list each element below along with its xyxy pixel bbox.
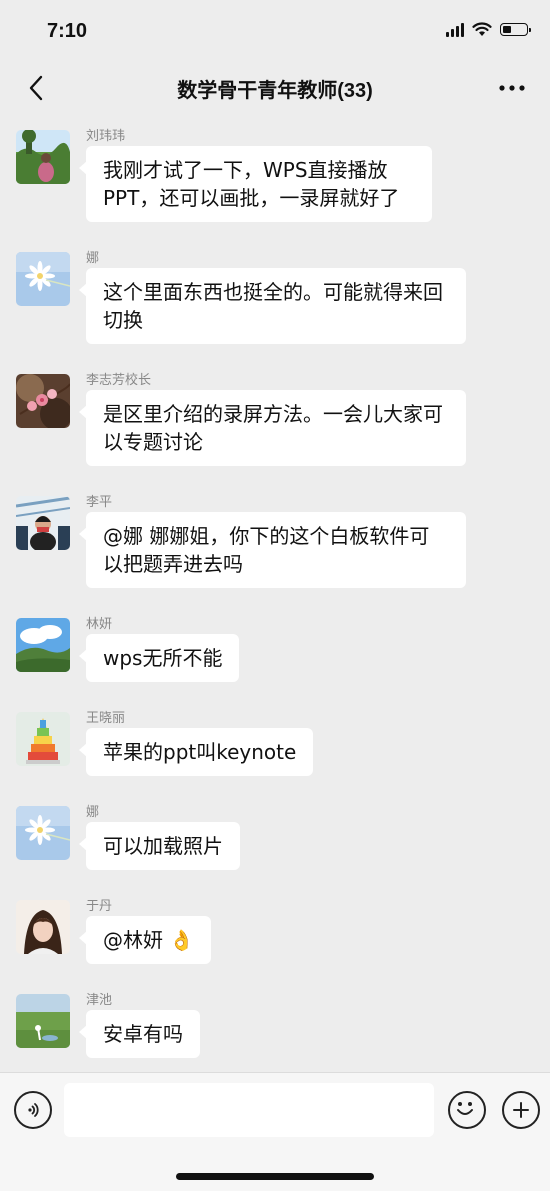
message-item: 娜 这个里面东西也挺全的。可能就得来回切换 <box>16 252 466 344</box>
chat-message-list[interactable]: 刘玮玮 我刚才试了一下，WPS直接播放PPT，还可以画批，一录屏就好了 娜 这个… <box>0 114 550 1072</box>
wifi-icon <box>472 22 492 36</box>
message-bubble[interactable]: 是区里介绍的录屏方法。一会儿大家可以专题讨论 <box>79 390 466 466</box>
plus-button[interactable] <box>502 1091 540 1129</box>
avatar[interactable] <box>16 900 70 954</box>
message-item: 李平 @娜 娜娜姐，你下的这个白板软件可以把题弄进去吗 <box>16 496 466 588</box>
message-bubble[interactable]: wps无所不能 <box>78 634 240 682</box>
message-item: 娜 可以加载照片 <box>16 806 240 870</box>
chat-title: 数学骨干青年教师(33) <box>177 80 373 102</box>
avatar[interactable] <box>16 496 70 550</box>
message-bubble[interactable]: 我刚才试了一下，WPS直接播放PPT，还可以画批，一录屏就好了 <box>79 146 432 222</box>
emoji-icon <box>457 1102 473 1115</box>
message-bubble[interactable]: 苹果的ppt叫keynote <box>78 728 314 776</box>
message-bubble[interactable]: 可以加载照片 <box>79 822 240 870</box>
message-item: 李志芳校长 是区里介绍的录屏方法。一会儿大家可以专题讨论 <box>16 374 466 466</box>
status-time: 7:10 <box>47 20 88 42</box>
status-bar: 7:10 <box>0 0 550 62</box>
more-dots-icon <box>499 85 525 91</box>
avatar[interactable] <box>16 994 70 1048</box>
message-item: 津池 安卓有吗 <box>16 994 200 1058</box>
voice-button[interactable] <box>14 1091 52 1129</box>
nav-bar: 数学骨干青年教师(33) <box>0 62 550 114</box>
message-item: 于丹 @林妍 👌 <box>16 900 212 964</box>
message-item: 林妍 wps无所不能 <box>16 618 240 682</box>
avatar[interactable] <box>16 374 70 428</box>
more-button[interactable] <box>492 70 532 106</box>
battery-icon <box>500 23 531 36</box>
message-item: 王晓丽 苹果的ppt叫keynote <box>16 712 314 776</box>
voice-icon <box>28 1103 39 1117</box>
message-item: 刘玮玮 我刚才试了一下，WPS直接播放PPT，还可以画批，一录屏就好了 <box>16 130 432 222</box>
avatar[interactable] <box>16 806 70 860</box>
plus-icon <box>513 1102 529 1118</box>
avatar[interactable] <box>16 712 70 766</box>
home-indicator <box>176 1173 374 1180</box>
message-bubble[interactable]: @娜 娜娜姐，你下的这个白板软件可以把题弄进去吗 <box>79 512 466 588</box>
message-bubble[interactable]: @林妍 👌 <box>78 916 212 964</box>
input-bar <box>0 1072 550 1191</box>
message-input[interactable] <box>64 1083 434 1137</box>
emoji-button[interactable] <box>448 1091 486 1129</box>
avatar[interactable] <box>16 130 70 184</box>
message-bubble[interactable]: 安卓有吗 <box>79 1010 200 1058</box>
avatar[interactable] <box>16 252 70 306</box>
message-bubble[interactable]: 这个里面东西也挺全的。可能就得来回切换 <box>79 268 466 344</box>
avatar[interactable] <box>16 618 70 672</box>
cellular-signal-icon <box>446 22 464 37</box>
status-icons <box>446 22 531 37</box>
